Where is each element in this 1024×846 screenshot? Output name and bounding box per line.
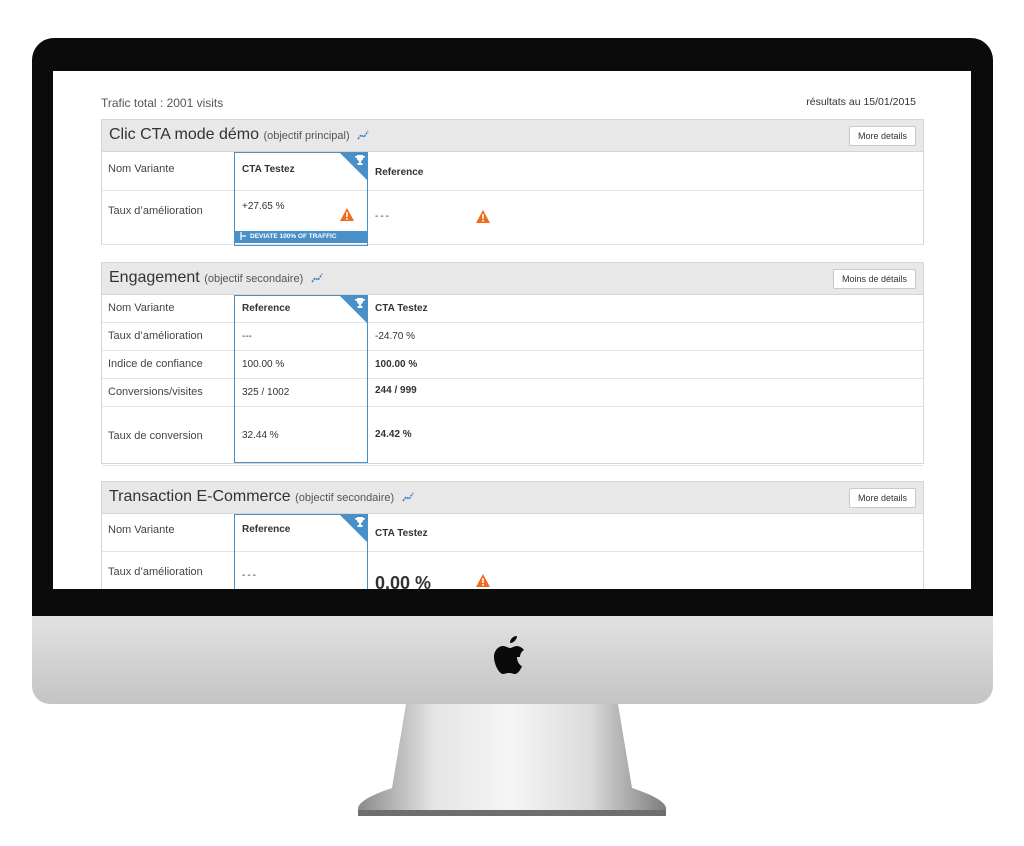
row-label: Indice de confiance: [108, 358, 203, 370]
row-label: Taux d’amélioration: [108, 330, 203, 342]
cell-value: -24.70 %: [375, 331, 416, 342]
warning-triangle-icon: [476, 210, 490, 223]
trophy-icon: [355, 298, 365, 308]
branch-icon: [240, 232, 246, 241]
cell-value: 24.42 %: [375, 429, 412, 440]
warning-triangle-icon: [476, 574, 490, 587]
section-subtitle: (objectif principal): [263, 130, 350, 142]
table-row: Nom Variante CTA Testez Reference: [102, 152, 923, 191]
goal-section-engagement: Engagement (objectif secondaire) Moins d…: [101, 262, 924, 466]
deviate-traffic-button[interactable]: DEVIATE 100% OF TRAFFIC: [235, 231, 367, 243]
section-title: Engagement (objectif secondaire): [109, 269, 323, 287]
apple-logo: [494, 636, 524, 674]
table-row: Indice de confiance 100.00 % 100.00 %: [102, 351, 923, 379]
row-label: Taux d’amélioration: [108, 566, 203, 578]
section-title: Clic CTA mode démo (objectif principal): [109, 126, 369, 144]
variant-name: CTA Testez: [242, 164, 295, 175]
row-label: Nom Variante: [108, 163, 175, 175]
less-details-button[interactable]: Moins de détails: [832, 269, 916, 289]
row-label: Taux d’amélioration: [108, 205, 203, 217]
table-row: Nom Variante Reference CTA Testez: [102, 295, 923, 323]
goal-section-ecommerce: Transaction E-Commerce (objectif seconda…: [101, 481, 924, 589]
imac-stand: [357, 704, 667, 816]
section-subtitle: (objectif secondaire): [295, 492, 395, 504]
trend-line-icon[interactable]: [357, 130, 369, 140]
improvement-value: +27.65 %: [242, 201, 285, 212]
trophy-icon: [355, 155, 365, 165]
table-row: Conversions/visites 325 / 1002 244 / 999: [102, 379, 923, 407]
section-header: Transaction E-Commerce (objectif seconda…: [102, 482, 923, 514]
table-row: Nom Variante Reference CTA Testez: [102, 514, 923, 552]
table-row: Taux d’amélioration --- -24.70 %: [102, 323, 923, 351]
improvement-value: ---: [242, 570, 258, 581]
section-title: Transaction E-Commerce (objectif seconda…: [109, 488, 414, 506]
goal-section-cta: Clic CTA mode démo (objectif principal) …: [101, 119, 924, 246]
cell-value: 244 / 999: [375, 385, 417, 396]
screen: Trafic total : 2001 visits résultats au …: [53, 71, 971, 589]
more-details-button[interactable]: More details: [848, 488, 916, 508]
cell-value: 325 / 1002: [242, 387, 290, 398]
row-label: Taux de conversion: [108, 430, 203, 442]
improvement-value: 0.00 %: [375, 573, 432, 589]
table-row: Taux de conversion 32.44 % 24.42 %: [102, 407, 923, 466]
trend-line-icon[interactable]: [311, 273, 323, 283]
section-header: Clic CTA mode démo (objectif principal) …: [102, 120, 923, 152]
variant-name: Reference: [242, 303, 291, 314]
section-subtitle: (objectif secondaire): [204, 273, 304, 285]
cell-value: 100.00 %: [242, 359, 285, 370]
variant-name: CTA Testez: [375, 303, 428, 314]
trend-line-icon[interactable]: [402, 492, 414, 502]
variant-name: Reference: [242, 524, 291, 535]
improvement-value: ---: [375, 211, 391, 222]
warning-triangle-icon: [340, 208, 354, 221]
results-date: résultats au 15/01/2015: [806, 96, 916, 108]
table-row: Taux d’amélioration --- 0.00 %: [102, 552, 923, 589]
cell-value: 32.44 %: [242, 430, 279, 441]
trophy-icon: [355, 517, 365, 527]
section-header: Engagement (objectif secondaire) Moins d…: [102, 263, 923, 295]
row-label: Nom Variante: [108, 302, 175, 314]
top-info-bar: Trafic total : 2001 visits résultats au …: [101, 96, 916, 112]
row-label: Nom Variante: [108, 524, 175, 536]
cell-value: ---: [242, 331, 252, 342]
table-row: Taux d’amélioration +27.65 % --- DEVIATE…: [102, 191, 923, 245]
deviate-label: DEVIATE 100% OF TRAFFIC: [250, 233, 337, 240]
more-details-button[interactable]: More details: [848, 126, 916, 146]
cell-value: 100.00 %: [375, 359, 418, 370]
row-label: Conversions/visites: [108, 386, 203, 398]
variant-name: Reference: [375, 167, 424, 178]
traffic-total: Trafic total : 2001 visits: [101, 96, 224, 110]
variant-name: CTA Testez: [375, 528, 428, 539]
